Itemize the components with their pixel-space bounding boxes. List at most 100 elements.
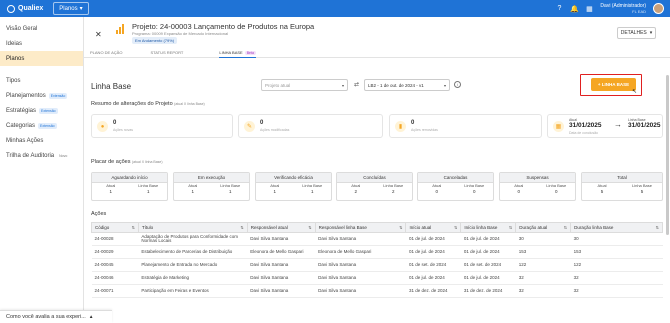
sort-icon[interactable]: ⇅ (564, 225, 567, 230)
sidebar-item-planos[interactable]: Planos (0, 51, 83, 66)
tab-linha-base[interactable]: LINHA BASE Beta (219, 50, 256, 58)
sidebar-item-minhas-acoes[interactable]: Minhas Ações (0, 133, 83, 148)
scoreboard-baseline-value: 5 (640, 188, 644, 194)
scrollbar[interactable] (666, 75, 669, 235)
project-title: Projeto: 24-00003 Lançamento de Produtos… (132, 22, 315, 31)
scoreboard-column-header: Concluídas (337, 173, 412, 183)
scoreboard-baseline-value: 0 (472, 188, 476, 194)
table-cell: 01 de set. de 2024 (405, 258, 461, 272)
column-header[interactable]: Título ⇅ (137, 222, 248, 233)
survey-prompt[interactable]: Como você avalia a sua experi... ▴ (0, 310, 112, 323)
sidebar-item-trilha-auditoria[interactable]: Trilha de Auditoria Novo (0, 148, 83, 163)
notification-bell-icon[interactable]: 🔔 (570, 5, 579, 13)
sidebar-item-planejamentos[interactable]: Planejamentos Extensão (0, 88, 83, 103)
module-selector[interactable]: Planos ▾ (53, 2, 89, 15)
baseline-select[interactable]: LB2 - 1 de out. de 2024 - v1 ▾ (364, 79, 450, 91)
table-cell: Eleonora de Mello Gaspari (247, 245, 316, 259)
close-icon[interactable]: ✕ (95, 30, 102, 39)
table-cell: Estratégia de Marketing (138, 271, 248, 285)
module-name: Planos (59, 5, 78, 12)
info-icon[interactable]: i (454, 81, 461, 88)
table-row[interactable]: 24-00029 Estabelecimento de Parcerias de … (91, 245, 663, 259)
chevron-down-icon: ▾ (341, 83, 344, 88)
scoreboard-baseline: Linha Base 2 (375, 183, 413, 194)
card-value: 0 (411, 120, 415, 126)
sort-icon[interactable]: ⇅ (399, 225, 402, 230)
sidebar-item-label: Categorias (6, 122, 36, 129)
scoreboard-grid: Aguardando início Atual 1 Linha Base 1 Em exe… (91, 172, 663, 201)
trash-icon: ▮ (395, 121, 406, 132)
date-caption: Data de conclusão (569, 131, 598, 135)
sort-icon[interactable]: ⇅ (454, 225, 457, 230)
column-header[interactable]: Duração atual ⇅ (515, 222, 572, 233)
sidebar-item-estrategias[interactable]: Estratégias Extensão (0, 103, 83, 118)
summary-card-new: ● 0 Ações novas (91, 114, 233, 138)
column-header[interactable]: Código ⇅ (91, 222, 139, 233)
sidebar-item-label: Tipos (6, 77, 21, 84)
sort-icon[interactable]: ⇅ (132, 225, 135, 230)
scoreboard-baseline-label: Linha Base (464, 183, 485, 188)
card-value: 0 (260, 120, 264, 126)
scoreboard-baseline-label: Linha Base (631, 183, 652, 188)
details-button[interactable]: DETALHES ▾ (617, 27, 656, 39)
top-bar: Qualiex Planos ▾ ? 🔔 ▦ Davi (Administrad… (0, 0, 670, 17)
column-header[interactable]: Duração linha Base ⇅ (570, 222, 663, 233)
column-header[interactable]: Responsável linha Base ⇅ (314, 222, 407, 233)
table-cell: Davi Silva Santana (315, 284, 406, 298)
table-row[interactable]: 24-00045 Planejamento de Entrada no Merca… (91, 258, 663, 272)
table-cell: 31 de dez. de 2024 (405, 284, 461, 298)
scoreboard-baseline-value: 1 (228, 188, 232, 194)
column-header-label: Duração atual (519, 225, 548, 230)
extension-badge: Extensão (39, 107, 58, 114)
column-header-label: Duração linha Base (574, 225, 614, 230)
scoreboard-current-value: 5 (600, 188, 604, 194)
extension-badge: Extensão (48, 92, 68, 99)
user-info[interactable]: Davi (Administrador) FL EAD (600, 3, 646, 15)
table-cell: 24-00029 (91, 245, 139, 259)
qualiex-logo[interactable]: Qualiex (7, 4, 43, 13)
scoreboard-baseline: Linha Base 0 (538, 183, 576, 194)
scoreboard-current-label: Atual (351, 183, 361, 188)
sidebar-item-visao-geral[interactable]: Visão Geral (0, 21, 83, 36)
apps-grid-icon[interactable]: ▦ (585, 5, 593, 13)
column-header[interactable]: Responsável atual ⇅ (246, 222, 316, 233)
table-row[interactable]: 24-00028 Adaptação de Produtos para Confo… (91, 232, 663, 246)
card-label: Ações modificadas (260, 128, 290, 132)
sidebar-item-label: Planejamentos (6, 92, 46, 99)
table-cell: 30 (570, 232, 663, 246)
column-header-label: Título (141, 225, 154, 230)
scoreboard-baseline-label: Linha Base (546, 183, 567, 188)
sort-icon[interactable]: ⇅ (240, 225, 243, 230)
sort-icon[interactable]: ⇅ (308, 225, 311, 230)
scoreboard-column: Concluídas Atual 2 Linha Base 2 (336, 172, 413, 201)
table-cell: 153 (515, 245, 571, 259)
column-header[interactable]: Início atual ⇅ (405, 222, 462, 233)
swap-icon[interactable]: ⇄ (354, 81, 359, 88)
tab-plano-de-acao[interactable]: PLANO DE AÇÃO (90, 50, 122, 58)
sidebar-item-categorias[interactable]: Categorias Extensão (0, 118, 83, 133)
current-project-select[interactable]: Projeto atual ▾ (261, 79, 348, 91)
avatar[interactable] (653, 3, 664, 14)
tab-status-report[interactable]: STATUS REPORT (150, 50, 183, 58)
sidebar-item-tipos[interactable]: Tipos (0, 73, 83, 88)
help-icon[interactable]: ? (555, 5, 563, 13)
summary-title-text: Resumo de alterações do Projeto (91, 101, 173, 107)
baseline-date-value: 31/01/2025 (628, 122, 661, 129)
column-header[interactable]: Início linha Base ⇅ (460, 222, 517, 233)
scoreboard-current-value: 1 (109, 188, 112, 194)
scoreboard-baseline: Linha Base 1 (294, 183, 332, 194)
new-badge: Novo (57, 152, 70, 159)
table-row[interactable]: 24-00071 Participação em Feiras e Eventos… (91, 284, 663, 298)
table-cell: Davi Silva Santana (315, 258, 406, 272)
table-header-row: Código ⇅ Título ⇅ Responsável atual ⇅ Responsá… (91, 222, 663, 233)
table-cell: Davi Silva Santana (315, 271, 406, 285)
column-header-label: Código (95, 225, 110, 230)
table-cell: Planejamento de Entrada no Mercado (138, 258, 248, 272)
sidebar-item-label: Estratégias (6, 107, 37, 114)
sort-icon[interactable]: ⇅ (509, 225, 512, 230)
sidebar-item-ideias[interactable]: Ideias (0, 36, 83, 51)
sort-icon[interactable]: ⇅ (656, 225, 659, 230)
table-cell: 32 (515, 271, 571, 285)
sidebar-item-label: Ideias (6, 40, 23, 47)
table-row[interactable]: 24-00046 Estratégia de Marketing Davi Silv… (91, 271, 663, 285)
